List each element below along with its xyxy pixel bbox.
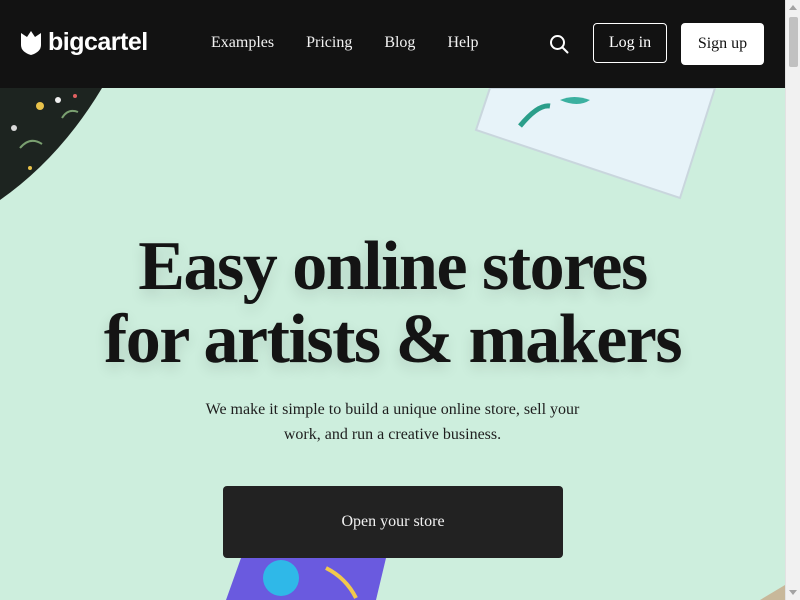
decorative-card	[474, 88, 717, 200]
hero-title-line-2: for artists & makers	[103, 301, 683, 378]
hero-title-line-1: Easy online stores	[138, 228, 648, 305]
hero-title: Easy online stores for artists & makers	[0, 230, 785, 376]
nav-pricing[interactable]: Pricing	[306, 34, 352, 52]
logo-text: bigcartel	[48, 28, 148, 56]
page-scrollbar[interactable]	[785, 0, 800, 600]
decorative-print	[226, 558, 386, 600]
search-icon[interactable]	[549, 34, 569, 54]
open-store-button[interactable]: Open your store	[223, 486, 563, 558]
main-nav: Examples Pricing Blog Help	[211, 34, 511, 52]
scroll-down-arrow-icon[interactable]	[789, 590, 797, 595]
logo[interactable]: bigcartel	[20, 28, 148, 57]
hero-subtitle: We make it simple to build a unique onli…	[205, 401, 580, 443]
nav-examples[interactable]: Examples	[211, 34, 274, 52]
site-header: bigcartel Examples Pricing Blog Help Log…	[0, 0, 785, 88]
scroll-up-arrow-icon[interactable]	[789, 5, 797, 10]
nav-help[interactable]: Help	[447, 34, 478, 52]
decorative-floral-plate	[0, 88, 102, 200]
signup-button[interactable]: Sign up	[681, 23, 764, 65]
login-button[interactable]: Log in	[593, 23, 667, 63]
nav-blog[interactable]: Blog	[384, 34, 415, 52]
decorative-corner-object	[760, 585, 785, 600]
page-viewport: bigcartel Examples Pricing Blog Help Log…	[0, 0, 785, 600]
scrollbar-thumb[interactable]	[789, 17, 798, 67]
bigcartel-logo-icon	[21, 30, 41, 55]
